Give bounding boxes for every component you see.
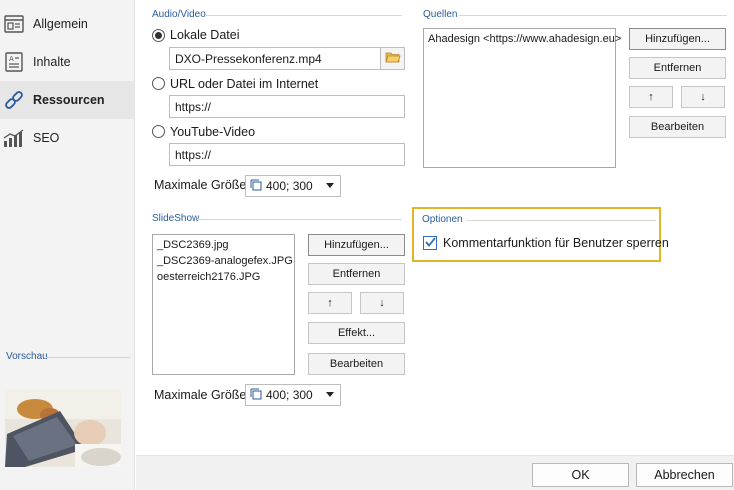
divider [206, 15, 402, 16]
quellen-edit-button[interactable]: Bearbeiten [629, 116, 726, 138]
sidebar-item-seo[interactable]: SEO [0, 119, 135, 157]
sidebar-item-ressourcen[interactable]: Ressourcen [0, 81, 135, 119]
arrow-down-icon: ↓ [700, 91, 706, 103]
divider [459, 15, 727, 16]
quellen-move-up-button[interactable]: ↑ [629, 86, 673, 108]
checkmark-icon [424, 236, 436, 250]
quellen-move-down-button[interactable]: ↓ [681, 86, 725, 108]
sidebar: Allgemein A Inhalte Ressourcen SEO Vorsc… [0, 0, 135, 490]
radio-lokale-datei[interactable] [152, 29, 165, 42]
cancel-button[interactable]: Abbrechen [636, 463, 733, 487]
list-item[interactable]: Ahadesign <https://www.ahadesign.eu> [428, 31, 621, 47]
arrow-down-icon: ↓ [379, 297, 385, 309]
quellen-remove-button[interactable]: Entfernen [629, 57, 726, 79]
quellen-add-button[interactable]: Hinzufügen... [629, 28, 726, 50]
svg-text:A: A [9, 55, 14, 63]
resize-icon [250, 179, 262, 194]
section-title-slideshow: SlideShow [152, 213, 200, 224]
comment-lock-label: Kommentarfunktion für Benutzer sperren [443, 236, 669, 250]
sidebar-item-label: Ressourcen [33, 93, 105, 107]
section-title-audio-video: Audio/Video [152, 9, 206, 20]
max-size-label: Maximale Größe: [154, 388, 250, 402]
arrow-up-icon: ↑ [327, 297, 333, 309]
divider [46, 357, 130, 358]
url-field[interactable]: https:// [169, 95, 405, 118]
radio-label-lokale-datei: Lokale Datei [170, 28, 240, 42]
slideshow-edit-button[interactable]: Bearbeiten [308, 353, 405, 375]
youtube-field[interactable]: https:// [169, 143, 405, 166]
slideshow-list[interactable]: _DSC2369.jpg _DSC2369-analogefex.JPG oes… [152, 234, 295, 375]
preview-label: Vorschau [6, 351, 48, 362]
link-icon [3, 89, 25, 111]
list-item[interactable]: _DSC2369-analogefex.JPG [157, 253, 293, 269]
document-icon: A [3, 51, 25, 73]
slideshow-remove-button[interactable]: Entfernen [308, 263, 405, 285]
slideshow-effect-button[interactable]: Effekt... [308, 322, 405, 344]
divider [466, 220, 656, 221]
radio-youtube[interactable] [152, 125, 165, 138]
chevron-down-icon [326, 183, 334, 188]
max-size-value: 400; 300 [266, 179, 313, 193]
arrow-up-icon: ↑ [648, 91, 654, 103]
comment-lock-checkbox[interactable] [423, 236, 437, 250]
max-size-label: Maximale Größe: [154, 178, 250, 192]
chevron-down-icon [326, 392, 334, 397]
quellen-list[interactable]: Ahadesign <https://www.ahadesign.eu> [423, 28, 621, 168]
preview-image [5, 389, 121, 467]
list-item[interactable]: oesterreich2176.JPG [157, 269, 290, 285]
divider [197, 219, 402, 220]
section-title-quellen: Quellen [423, 9, 458, 20]
radio-url[interactable] [152, 77, 165, 90]
sidebar-item-inhalte[interactable]: A Inhalte [0, 43, 135, 81]
radio-label-youtube: YouTube-Video [170, 125, 256, 139]
browse-button[interactable] [381, 47, 405, 70]
sidebar-item-allgemein[interactable]: Allgemein [0, 5, 135, 43]
max-size-value: 400; 300 [266, 388, 313, 402]
layout-icon [3, 13, 25, 35]
slideshow-add-button[interactable]: Hinzufügen... [308, 234, 405, 256]
folder-open-icon [384, 51, 401, 66]
section-title-optionen: Optionen [422, 214, 463, 225]
slideshow-move-up-button[interactable]: ↑ [308, 292, 352, 314]
slideshow-move-down-button[interactable]: ↓ [360, 292, 404, 314]
resize-icon [250, 388, 262, 403]
list-item[interactable]: _DSC2369.jpg [157, 237, 290, 253]
bar-chart-icon [3, 127, 25, 149]
ok-button[interactable]: OK [532, 463, 629, 487]
sidebar-item-label: Inhalte [33, 55, 71, 69]
sidebar-item-label: SEO [33, 131, 60, 145]
slideshow-max-size-dropdown[interactable]: 400; 300 [245, 384, 341, 406]
radio-label-url: URL oder Datei im Internet [170, 77, 319, 91]
local-file-field[interactable]: DXO-Pressekonferenz.mp4 [169, 47, 381, 70]
max-size-dropdown[interactable]: 400; 300 [245, 175, 341, 197]
sidebar-item-label: Allgemein [33, 17, 88, 31]
